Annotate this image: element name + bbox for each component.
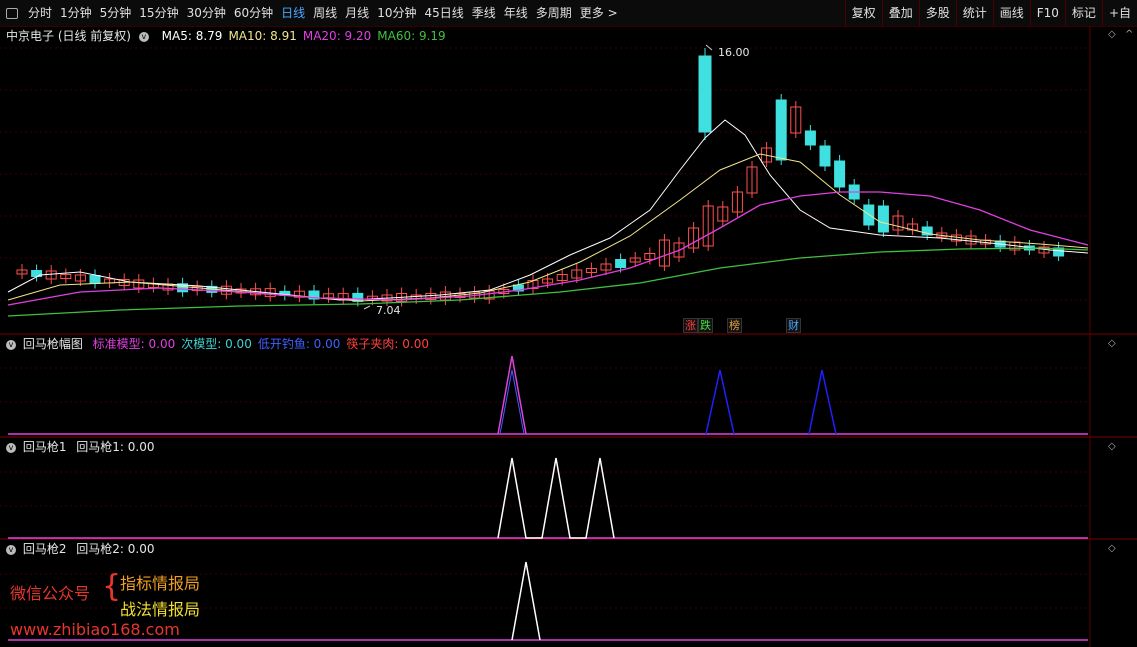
- indicator-panel-2-signals: [8, 457, 1088, 539]
- watermark-wechat: 微信公众号: [10, 584, 91, 603]
- watermark-url[interactable]: www.zhibiao168.com: [10, 620, 180, 639]
- panel2-value: 回马枪1: 0.00: [76, 440, 155, 454]
- candle-body: [615, 259, 627, 268]
- watermark-brace: {: [102, 569, 122, 604]
- candle-body: [877, 205, 889, 233]
- panel-menu-icon[interactable]: v: [6, 544, 16, 555]
- panel1-field-2: 低开钓鱼: 0.00: [257, 337, 341, 351]
- diamond-icon[interactable]: ◇: [1108, 338, 1116, 349]
- candlesticks: [16, 48, 1065, 307]
- panel2-header: v 回马枪1 回马枪1: 0.00: [6, 439, 155, 455]
- panel-menu-icon[interactable]: v: [6, 442, 16, 453]
- event-tag-1[interactable]: 跌: [698, 318, 713, 333]
- panel3-value: 回马枪2: 0.00: [76, 542, 155, 556]
- candle-body: [804, 130, 816, 146]
- event-tag-3[interactable]: 财: [786, 318, 801, 333]
- panel3-header: v 回马枪2 回马枪2: 0.00: [6, 541, 155, 557]
- panel1-field-3: 筷子夹肉: 0.00: [346, 337, 429, 351]
- diamond-icon[interactable]: ◇: [1108, 543, 1116, 554]
- watermark-line1: 指标情报局: [120, 574, 201, 593]
- panel1-fields: 标准模型: 0.00 次模型: 0.00 低开钓鱼: 0.00 筷子夹肉: 0.00: [87, 337, 429, 351]
- panel2-title[interactable]: 回马枪1: [23, 440, 67, 454]
- signal-spike: [497, 457, 615, 539]
- candle-body: [834, 160, 846, 188]
- candle-body: [775, 99, 787, 161]
- panel1-header: v 回马枪幅图 标准模型: 0.00 次模型: 0.00 低开钓鱼: 0.00 筷子夹…: [6, 336, 429, 352]
- high-marker: 16.00: [705, 44, 750, 59]
- diamond-icon[interactable]: ◇: [1108, 441, 1116, 452]
- event-tag-2[interactable]: 榜: [727, 318, 742, 333]
- low-marker: 7.04: [363, 304, 401, 317]
- ma20-line: [7, 191, 1089, 306]
- candle-body: [31, 270, 43, 277]
- candle-body: [819, 145, 831, 167]
- panel1-field-1: 次模型: 0.00: [181, 337, 252, 351]
- low-price-label: 7.04: [376, 304, 401, 317]
- watermark-line2: 战法情报局: [120, 600, 201, 619]
- panel-menu-icon[interactable]: v: [6, 339, 16, 350]
- event-tag-0[interactable]: 涨: [683, 318, 698, 333]
- panel1-field-0: 标准模型: 0.00: [92, 337, 176, 351]
- kline-chart[interactable]: 16.00 7.04: [0, 0, 1137, 647]
- high-price-label: 16.00: [718, 46, 750, 59]
- panel1-title[interactable]: 回马枪幅图: [23, 337, 83, 351]
- panel3-title[interactable]: 回马枪2: [23, 542, 67, 556]
- candle-body: [89, 275, 101, 284]
